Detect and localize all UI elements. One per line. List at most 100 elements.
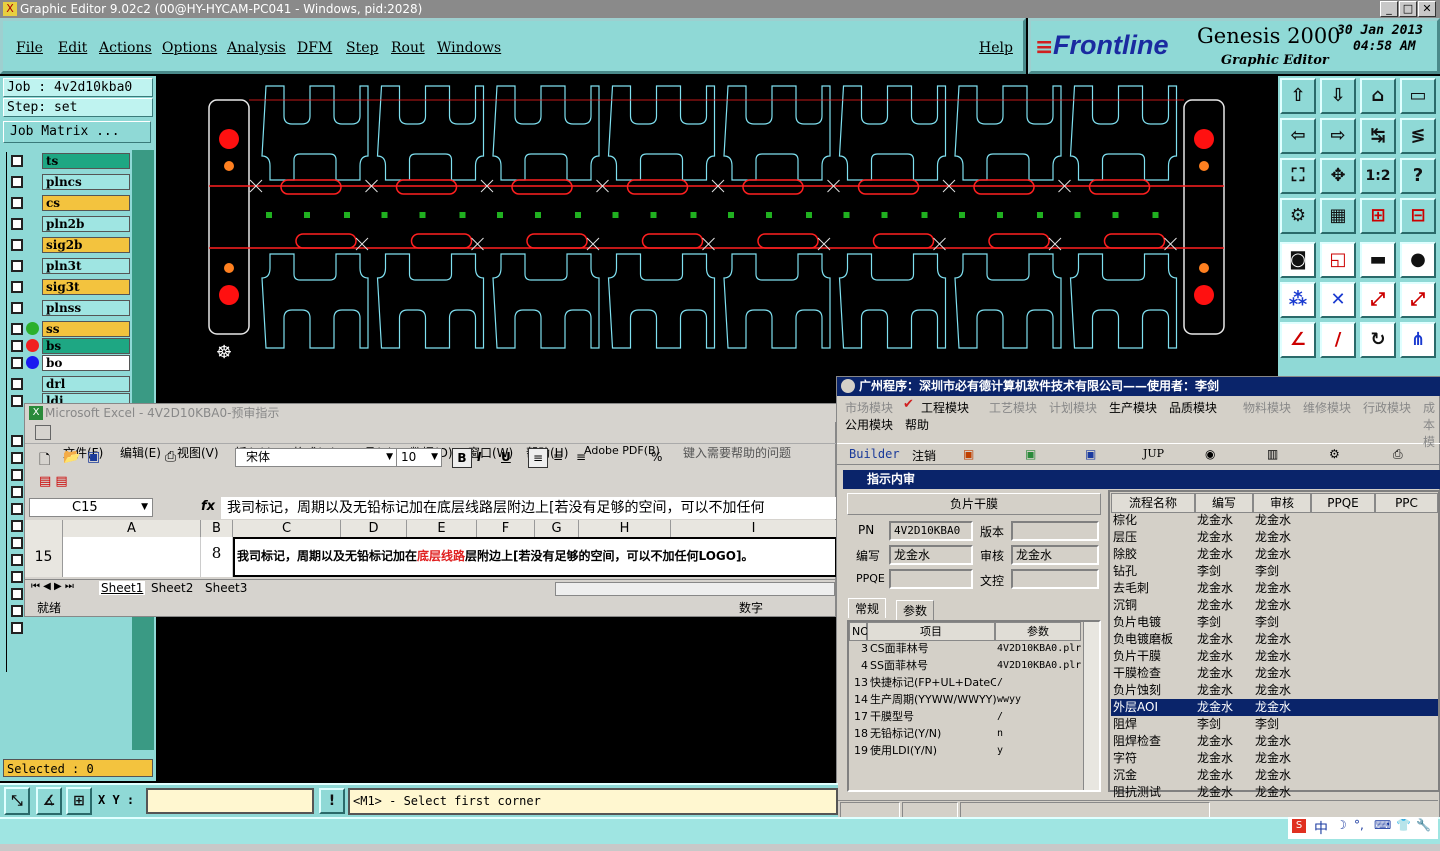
align-left-button[interactable]: ≡ <box>528 448 548 468</box>
underline-button[interactable]: U <box>501 450 511 464</box>
menu-options[interactable]: Options <box>162 40 217 56</box>
param-row[interactable]: 14 生产周期(YYWW/WWYY) wwyy <box>850 691 1082 708</box>
flow-row[interactable]: 除胶 龙金水 龙金水 <box>1111 546 1438 563</box>
layer-row-sig2b[interactable]: sig2b <box>8 236 130 254</box>
flow-row[interactable]: 沉铜 龙金水 龙金水 <box>1111 597 1438 614</box>
slash-icon[interactable]: / <box>1320 322 1356 358</box>
sheet-tab-1[interactable]: Sheet1 <box>99 581 146 595</box>
param-row[interactable]: 17 干膜型号 / <box>850 708 1082 725</box>
close-button[interactable]: ✕ <box>1418 1 1436 17</box>
cross-icon[interactable]: ✕ <box>1320 282 1356 318</box>
param-row[interactable]: 4 SS面菲林号 4V2D10KBA0.plr <box>850 657 1082 674</box>
print-gz-icon[interactable]: ⎙ <box>1393 447 1403 462</box>
layer-row-ts[interactable]: ts <box>8 152 130 170</box>
flow-row[interactable]: 棕化 龙金水 龙金水 <box>1111 512 1438 529</box>
flow-row[interactable]: 去毛刺 龙金水 龙金水 <box>1111 580 1438 597</box>
save-icon[interactable]: ▣ <box>87 449 100 465</box>
snap-off-icon[interactable]: ⊟ <box>1400 198 1436 234</box>
flow-row[interactable]: 负电镀磨板 龙金水 龙金水 <box>1111 631 1438 648</box>
module-9[interactable]: 成本模 <box>1423 399 1439 450</box>
layer-row-ss[interactable]: ss <box>8 320 130 338</box>
menu-edit[interactable]: Edit <box>58 40 87 56</box>
module-6[interactable]: 物料模块 <box>1243 399 1291 416</box>
sogou-icon[interactable]: S <box>1292 819 1306 833</box>
pan-left-icon[interactable]: ⇦ <box>1280 118 1316 154</box>
measure-icon[interactable]: ⚙ <box>1280 198 1316 234</box>
cell-a15[interactable] <box>63 537 201 577</box>
h-scrollbar[interactable] <box>555 582 835 596</box>
builder-button[interactable]: Builder <box>849 447 900 461</box>
module-0[interactable]: 市场模块 <box>845 399 893 416</box>
db-icon[interactable]: ▥ <box>1267 447 1278 461</box>
zoom-fit-icon[interactable]: ⛶ <box>1280 158 1316 194</box>
menu-dfm[interactable]: DFM <box>297 40 332 56</box>
flow-row[interactable]: 阻焊检查 龙金水 龙金水 <box>1111 733 1438 750</box>
pan-right-icon[interactable]: ⇨ <box>1320 118 1356 154</box>
print-icon[interactable]: ⎙ <box>165 449 176 465</box>
param-row[interactable]: 13 快捷标记(FP+UL+DateC// <box>850 674 1082 691</box>
column-header-g[interactable]: G <box>535 520 579 537</box>
fork-icon[interactable]: ⋔ <box>1400 322 1436 358</box>
word-export-icon[interactable]: ▣ <box>1085 447 1096 461</box>
flow-row[interactable]: 外层AOI 龙金水 龙金水 <box>1111 699 1438 716</box>
module-2[interactable]: 工艺模块 <box>989 399 1037 416</box>
menu-windows[interactable]: Windows <box>437 40 501 56</box>
maximize-button[interactable]: □ <box>1399 1 1417 17</box>
cell-reference[interactable]: C15 ▼ <box>29 498 153 517</box>
connect-icon[interactable]: ⁂ <box>1280 282 1316 318</box>
zoom-area-icon[interactable]: ⤡ <box>4 787 30 815</box>
column-header-e[interactable]: E <box>407 520 477 537</box>
layer-row-plnss[interactable]: plnss <box>8 299 130 317</box>
snap-grid-icon[interactable]: ⊞ <box>66 787 92 815</box>
feature-select-icon[interactable]: ◙ <box>1280 242 1316 278</box>
minimize-button[interactable]: _ <box>1380 1 1398 17</box>
column-header-c[interactable]: C <box>233 520 341 537</box>
size-select[interactable]: 10 ▼ <box>396 448 442 467</box>
column-header-b[interactable]: B <box>201 520 233 537</box>
excel-export-icon[interactable]: ▣ <box>1025 447 1036 461</box>
pn-field[interactable]: 4V2D10KBA0 <box>889 521 973 541</box>
xy-input[interactable] <box>146 788 314 814</box>
module-7[interactable]: 维修模块 <box>1303 399 1351 416</box>
cell-c15[interactable]: 我司标记，周期以及无铅标记加在底层线路层附边上[若没有足够的空间，可以不加任何L… <box>233 537 837 577</box>
open-icon[interactable]: 📂 <box>63 449 80 465</box>
flow-row[interactable]: 层压 龙金水 龙金水 <box>1111 529 1438 546</box>
dot-select-icon[interactable]: ● <box>1400 242 1436 278</box>
flow-row[interactable]: 沉金 龙金水 龙金水 <box>1111 767 1438 784</box>
punct-icon[interactable]: °, <box>1354 818 1364 832</box>
module-8[interactable]: 行政模块 <box>1363 399 1411 416</box>
line-tool-icon[interactable]: ⤢ <box>1360 282 1396 318</box>
module-3[interactable]: 计划模块 <box>1049 399 1097 416</box>
menu-file[interactable]: File <box>16 40 43 56</box>
module-4[interactable]: 生产模块 <box>1109 399 1157 416</box>
keyboard-icon[interactable]: ⌨ <box>1374 818 1391 832</box>
row-number[interactable]: 15 <box>25 537 63 577</box>
column-header-a[interactable]: A <box>63 520 201 537</box>
flow-row[interactable]: 负片电镀 李剑 李剑 <box>1111 614 1438 631</box>
cell-b15[interactable]: 8 <box>201 537 233 577</box>
bold-button[interactable]: B <box>452 448 472 468</box>
tab-params[interactable]: 参数 <box>896 600 935 621</box>
flow-row[interactable]: 字符 龙金水 龙金水 <box>1111 750 1438 767</box>
logout-button[interactable]: 注销 <box>912 447 936 464</box>
tools-icon[interactable]: ⚙ <box>1329 447 1340 461</box>
percent-button[interactable]: % <box>651 450 662 464</box>
italic-button[interactable]: I <box>477 450 481 464</box>
ruler-icon[interactable]: ▬ <box>1360 242 1396 278</box>
align-right-button[interactable]: ≡ <box>576 450 586 464</box>
moon-icon[interactable]: ☽ <box>1336 818 1347 832</box>
layer-row-bs[interactable]: bs <box>8 337 130 355</box>
center-icon[interactable]: ✥ <box>1320 158 1356 194</box>
help-icon[interactable]: ? <box>1400 158 1436 194</box>
layer-row-sig3t[interactable]: sig3t <box>8 278 130 296</box>
author-field[interactable]: 龙金水 <box>889 545 973 565</box>
param-row[interactable]: 19 使用LDI(Y/N) y <box>850 742 1082 759</box>
flow-row[interactable]: 钻孔 李剑 李剑 <box>1111 563 1438 580</box>
ppqe-field[interactable] <box>889 569 973 589</box>
column-header-f[interactable]: F <box>477 520 535 537</box>
swap-icon[interactable]: ≶ <box>1400 118 1436 154</box>
menu-step[interactable]: Step <box>346 40 378 56</box>
module-1[interactable]: 工程模块 <box>921 399 969 416</box>
menu-rout[interactable]: Rout <box>391 40 425 56</box>
menu-actions[interactable]: Actions <box>99 40 152 56</box>
